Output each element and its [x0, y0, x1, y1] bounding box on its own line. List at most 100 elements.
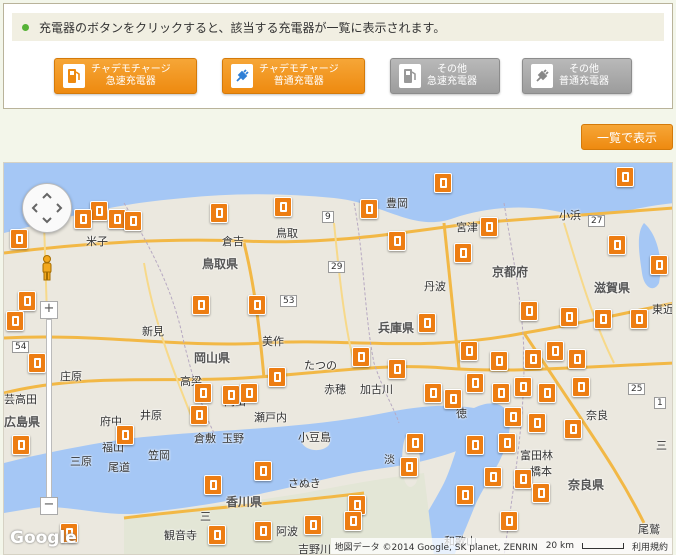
charger-marker[interactable]: [568, 349, 586, 369]
place-label: 観音寺: [164, 529, 197, 542]
charger-marker[interactable]: [388, 231, 406, 251]
other-normal-charger-button[interactable]: その他 普通充電器: [522, 58, 632, 94]
charger-marker[interactable]: [480, 217, 498, 237]
charger-marker[interactable]: [124, 211, 142, 231]
charger-marker[interactable]: [560, 307, 578, 327]
charger-marker[interactable]: [594, 309, 612, 329]
scale-label: 20 km: [545, 541, 574, 551]
charger-marker[interactable]: [10, 229, 28, 249]
charger-marker[interactable]: [484, 467, 502, 487]
charger-marker[interactable]: [222, 385, 240, 405]
charger-marker[interactable]: [6, 311, 24, 331]
charger-marker[interactable]: [388, 359, 406, 379]
charger-marker[interactable]: [210, 203, 228, 223]
charger-marker[interactable]: [564, 419, 582, 439]
charger-marker[interactable]: [406, 433, 424, 453]
charger-marker[interactable]: [520, 301, 538, 321]
charger-marker[interactable]: [514, 377, 532, 397]
place-label: 三原: [70, 455, 92, 468]
place-label: 小浜: [559, 209, 581, 222]
attribution-text: 地図データ ©2014 Google, SK planet, ZENRIN: [334, 542, 538, 553]
place-label: 丹波: [424, 280, 446, 293]
charger-marker[interactable]: [400, 457, 418, 477]
charger-marker[interactable]: [490, 351, 508, 371]
place-label: 尾道: [108, 461, 130, 474]
prefecture-label: 香川県: [226, 495, 263, 509]
prefecture-label: 岡山県: [194, 351, 231, 365]
place-label: 橋本: [530, 465, 552, 478]
zoom-in-button[interactable]: +: [40, 301, 58, 319]
charger-marker[interactable]: [352, 347, 370, 367]
charger-marker[interactable]: [254, 461, 272, 481]
charger-marker[interactable]: [532, 483, 550, 503]
place-label: たつの: [304, 359, 337, 372]
charger-marker[interactable]: [274, 197, 292, 217]
charger-marker[interactable]: [304, 515, 322, 535]
chademo-normal-charger-button[interactable]: チャデモチャージ 普通充電器: [222, 58, 365, 94]
place-label: 吉野川: [298, 543, 331, 555]
charger-marker[interactable]: [90, 201, 108, 221]
charger-marker[interactable]: [18, 291, 36, 311]
charger-marker[interactable]: [528, 413, 546, 433]
charger-marker[interactable]: [240, 383, 258, 403]
charger-marker[interactable]: [12, 435, 30, 455]
route-number: 53: [280, 295, 298, 307]
charger-marker[interactable]: [514, 469, 532, 489]
charger-marker[interactable]: [344, 511, 362, 531]
charger-marker[interactable]: [504, 407, 522, 427]
map-view[interactable]: 米子 倉吉 鳥取 豊岡 宮津 小浜 鳥取県 丹波 京都府 滋賀県 新見 兵庫県 …: [3, 162, 673, 555]
charger-marker[interactable]: [650, 255, 668, 275]
place-label: さぬき: [288, 477, 321, 490]
charger-marker[interactable]: [524, 349, 542, 369]
google-logo: Google: [10, 528, 77, 548]
charger-marker[interactable]: [116, 425, 134, 445]
prefecture-label: 広島県: [4, 415, 41, 429]
charger-marker[interactable]: [460, 341, 478, 361]
charger-marker[interactable]: [74, 209, 92, 229]
charger-marker[interactable]: [360, 199, 378, 219]
charger-marker[interactable]: [616, 167, 634, 187]
place-label: 小豆島: [298, 431, 331, 444]
charger-marker[interactable]: [492, 383, 510, 403]
place-label: 三: [200, 510, 211, 523]
charger-marker[interactable]: [466, 373, 484, 393]
charger-marker[interactable]: [28, 353, 46, 373]
zoom-out-button[interactable]: −: [40, 497, 58, 515]
terms-link[interactable]: 利用規約: [632, 540, 668, 553]
charger-marker[interactable]: [572, 377, 590, 397]
charger-marker[interactable]: [466, 435, 484, 455]
charger-marker[interactable]: [630, 309, 648, 329]
place-label: 倉吉: [222, 235, 244, 248]
charger-marker[interactable]: [498, 433, 516, 453]
charger-marker[interactable]: [418, 313, 436, 333]
chademo-quick-charger-button[interactable]: チャデモチャージ 急速充電器: [54, 58, 197, 94]
charger-marker[interactable]: [190, 405, 208, 425]
charger-marker[interactable]: [546, 341, 564, 361]
charger-marker[interactable]: [192, 295, 210, 315]
charger-marker[interactable]: [538, 383, 556, 403]
charger-marker[interactable]: [204, 475, 222, 495]
place-label: 三: [656, 439, 667, 452]
charger-marker[interactable]: [248, 295, 266, 315]
charger-marker[interactable]: [208, 525, 226, 545]
pan-control[interactable]: [22, 183, 72, 233]
charger-marker[interactable]: [500, 511, 518, 531]
charger-marker[interactable]: [424, 383, 442, 403]
charger-marker[interactable]: [608, 235, 626, 255]
other-quick-charger-button[interactable]: その他 急速充電器: [390, 58, 500, 94]
charger-marker[interactable]: [268, 367, 286, 387]
charger-marker[interactable]: [444, 389, 462, 409]
charger-marker[interactable]: [456, 485, 474, 505]
place-label: 新見: [142, 325, 164, 338]
charger-marker[interactable]: [254, 521, 272, 541]
prefecture-label: 兵庫県: [378, 321, 415, 335]
show-list-button[interactable]: 一覧で表示: [581, 124, 673, 150]
scale-bar: [581, 543, 624, 549]
charger-marker[interactable]: [434, 173, 452, 193]
charger-marker[interactable]: [194, 383, 212, 403]
route-number: 1: [654, 397, 666, 409]
street-view-pegman-icon[interactable]: [40, 255, 54, 281]
zoom-slider[interactable]: [46, 319, 52, 501]
button-line1: その他: [569, 64, 599, 75]
charger-marker[interactable]: [454, 243, 472, 263]
